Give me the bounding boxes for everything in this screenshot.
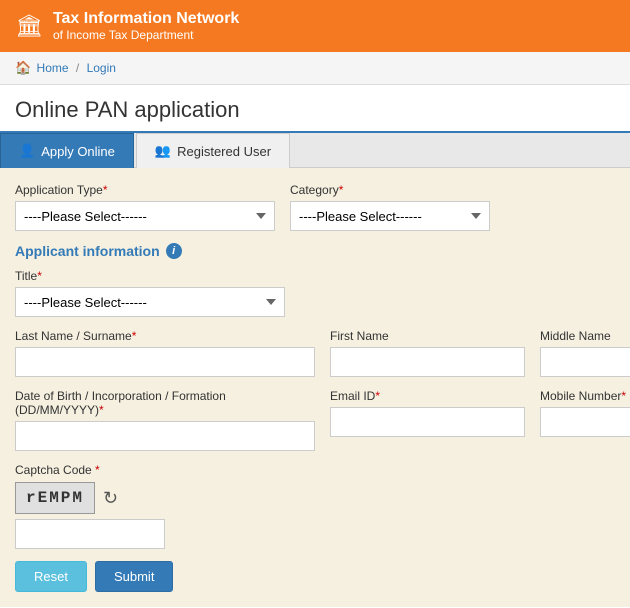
name-fields-row: Last Name / Surname* First Name Middle N… <box>15 329 615 377</box>
captcha-label: Captcha Code * <box>15 463 615 477</box>
main-content: Application Type* ----Please Select-----… <box>0 168 630 607</box>
refresh-icon[interactable]: ↻ <box>103 488 118 509</box>
first-name-label: First Name <box>330 329 525 343</box>
dob-group: Date of Birth / Incorporation / Formatio… <box>15 389 315 451</box>
email-label: Email ID* <box>330 389 525 403</box>
reset-button[interactable]: Reset <box>15 561 87 592</box>
registered-user-icon: 👥 <box>155 143 171 159</box>
tabs-container: 👤 Apply Online 👥 Registered User <box>0 133 630 168</box>
last-name-group: Last Name / Surname* <box>15 329 315 377</box>
dob-email-row: Date of Birth / Incorporation / Formatio… <box>15 389 615 451</box>
captcha-image: rEMPM <box>15 482 95 514</box>
application-type-label: Application Type* <box>15 183 275 197</box>
apply-online-icon: 👤 <box>19 143 35 159</box>
application-type-group: Application Type* ----Please Select-----… <box>15 183 275 231</box>
header-title-line1: Tax Information Network <box>53 10 239 28</box>
tab-registered-user-label: Registered User <box>177 144 271 159</box>
middle-name-input[interactable] <box>540 347 630 377</box>
button-row: Reset Submit <box>15 561 615 592</box>
breadcrumb: 🏠 Home / Login <box>0 52 630 85</box>
tab-apply-online-label: Apply Online <box>41 144 115 159</box>
dob-input[interactable] <box>15 421 315 451</box>
mobile-group: Mobile Number* <box>540 389 630 451</box>
middle-name-label: Middle Name <box>540 329 630 343</box>
page-title: Online PAN application <box>0 85 630 133</box>
header-text: Tax Information Network of Income Tax De… <box>53 10 239 42</box>
category-label: Category* <box>290 183 490 197</box>
title-select[interactable]: ----Please Select------ <box>15 287 285 317</box>
last-name-input[interactable] <box>15 347 315 377</box>
section-title: Applicant information <box>15 243 160 259</box>
submit-button[interactable]: Submit <box>95 561 173 592</box>
title-group: Title* ----Please Select------ <box>15 269 615 317</box>
applicant-info-header: Applicant information i <box>15 243 615 259</box>
breadcrumb-login[interactable]: Login <box>87 61 116 75</box>
first-name-input[interactable] <box>330 347 525 377</box>
email-group: Email ID* <box>330 389 525 451</box>
first-name-group: First Name <box>330 329 525 377</box>
info-icon[interactable]: i <box>166 243 182 259</box>
mobile-label: Mobile Number* <box>540 389 630 403</box>
category-select[interactable]: ----Please Select------ <box>290 201 490 231</box>
application-category-row: Application Type* ----Please Select-----… <box>15 183 615 231</box>
dob-label: Date of Birth / Incorporation / Formatio… <box>15 389 315 417</box>
header-title-line2: of Income Tax Department <box>53 28 239 42</box>
breadcrumb-home[interactable]: Home <box>37 61 69 75</box>
mobile-input[interactable] <box>540 407 630 437</box>
last-name-label: Last Name / Surname* <box>15 329 315 343</box>
email-input[interactable] <box>330 407 525 437</box>
middle-name-group: Middle Name <box>540 329 630 377</box>
tab-apply-online[interactable]: 👤 Apply Online <box>0 133 134 168</box>
captcha-input[interactable] <box>15 519 165 549</box>
application-type-select[interactable]: ----Please Select------ <box>15 201 275 231</box>
category-group: Category* ----Please Select------ <box>290 183 490 231</box>
captcha-row: rEMPM ↻ <box>15 482 615 514</box>
home-icon: 🏠 <box>15 60 31 75</box>
breadcrumb-separator: / <box>76 61 79 75</box>
tab-registered-user[interactable]: 👥 Registered User <box>136 133 290 168</box>
header: 🏛 Tax Information Network of Income Tax … <box>0 0 630 52</box>
captcha-section: Captcha Code * rEMPM ↻ <box>15 463 615 549</box>
header-icon: 🏛 <box>15 13 43 39</box>
title-label: Title* <box>15 269 615 283</box>
